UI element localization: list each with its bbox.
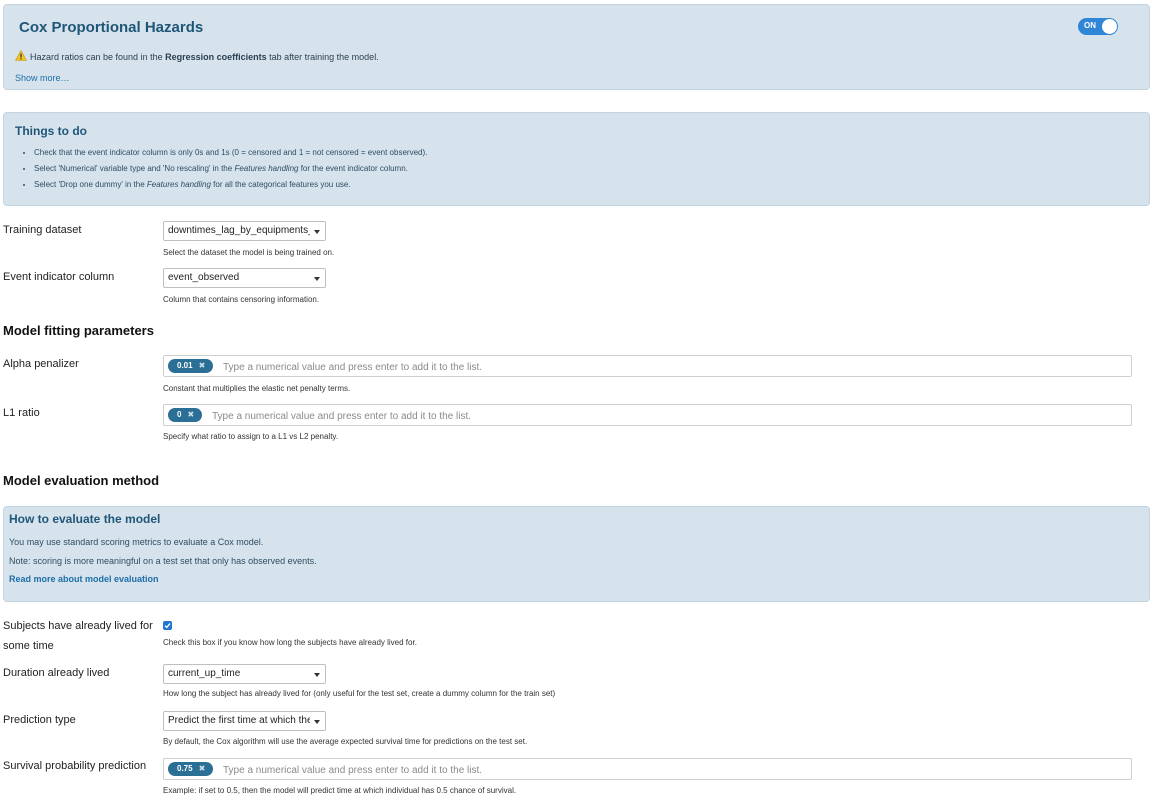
duration-help: How long the subject has already lived f… xyxy=(163,689,556,698)
alpha-penalizer-help: Constant that multiplies the elastic net… xyxy=(163,384,351,393)
todo-item-emphasis: Features handling xyxy=(234,164,299,173)
chevron-down-icon xyxy=(314,277,320,281)
todo-title: Things to do xyxy=(15,124,87,138)
training-dataset-label: Training dataset xyxy=(3,224,82,236)
evaluation-line-1: You may use standard scoring metrics to … xyxy=(9,537,264,547)
alpha-penalizer-label: Alpha penalizer xyxy=(3,358,79,370)
todo-item: Select 'Drop one dummy' in the Features … xyxy=(34,179,427,195)
prediction-type-label: Prediction type xyxy=(3,714,76,726)
event-indicator-label: Event indicator column xyxy=(3,271,115,283)
l1-ratio-help: Specify what ratio to assign to a L1 vs … xyxy=(163,432,339,441)
duration-label: Duration already lived xyxy=(3,667,110,679)
l1-value-chip[interactable]: 0 ✖ xyxy=(168,408,203,422)
evaluation-heading: Model evaluation method xyxy=(3,473,160,488)
training-dataset-value: downtimes_lag_by_equipments_ xyxy=(168,225,310,236)
lived-label-line-1: Subjects have already lived for xyxy=(3,620,153,632)
evaluation-panel xyxy=(3,506,1150,602)
chevron-down-icon xyxy=(314,720,320,724)
event-indicator-select[interactable]: event_observed xyxy=(163,268,326,288)
survival-input[interactable] xyxy=(221,761,925,779)
training-dataset-select[interactable]: downtimes_lag_by_equipments_ xyxy=(163,221,326,241)
l1-ratio-tags[interactable]: 0 ✖ xyxy=(163,404,1132,426)
alpha-penalizer-tags[interactable]: 0.01 ✖ xyxy=(163,355,1132,377)
event-indicator-value: event_observed xyxy=(168,272,240,283)
todo-item-text: Check that the event indicator column is… xyxy=(34,148,428,157)
chevron-down-icon xyxy=(314,673,320,677)
header-panel xyxy=(3,4,1150,90)
survival-tags[interactable]: 0.75 ✖ xyxy=(163,758,1132,780)
todo-item: Select 'Numerical' variable type and 'No… xyxy=(34,163,427,179)
todo-item-text: Select 'Numerical' variable type and 'No… xyxy=(34,164,235,173)
todo-item: Check that the event indicator column is… xyxy=(34,147,427,163)
todo-item-emphasis: Features handling xyxy=(146,180,211,189)
chip-value: 0 xyxy=(177,410,182,419)
remove-icon[interactable]: ✖ xyxy=(199,361,206,370)
warning-text-bold: Regression coefficients xyxy=(165,52,267,62)
lived-help: Check this box if you know how long the … xyxy=(163,638,417,647)
remove-icon[interactable]: ✖ xyxy=(199,764,206,773)
duration-select[interactable]: current_up_time xyxy=(163,664,326,684)
model-enabled-toggle[interactable]: ON xyxy=(1078,18,1118,35)
page-title: Cox Proportional Hazards xyxy=(19,19,204,36)
toggle-knob xyxy=(1102,19,1117,34)
survival-label: Survival probability prediction xyxy=(3,760,147,772)
warning-text-after: tab after training the model. xyxy=(266,52,379,62)
todo-list: Check that the event indicator column is… xyxy=(22,147,427,195)
chip-value: 0.75 xyxy=(177,764,193,773)
alpha-penalizer-input[interactable] xyxy=(221,358,925,376)
checkmark-icon xyxy=(164,623,171,629)
training-dataset-help: Select the dataset the model is being tr… xyxy=(163,248,335,257)
lived-label-line-2: some time xyxy=(3,640,54,652)
survival-help: Example: if set to 0.5, then the model w… xyxy=(163,786,517,795)
event-indicator-help: Column that contains censoring informati… xyxy=(163,295,320,304)
survival-value-chip[interactable]: 0.75 ✖ xyxy=(168,762,214,776)
prediction-type-select[interactable]: Predict the first time at which the xyxy=(163,711,326,731)
l1-ratio-input[interactable] xyxy=(210,407,914,425)
evaluation-line-2: Note: scoring is more meaningful on a te… xyxy=(9,556,317,566)
toggle-label: ON xyxy=(1084,21,1096,30)
hazard-warning-text: Hazard ratios can be found in the Regres… xyxy=(30,52,379,62)
chip-value: 0.01 xyxy=(177,361,193,370)
todo-item-text: for all the categorical features you use… xyxy=(210,180,351,189)
remove-icon[interactable]: ✖ xyxy=(187,410,194,419)
chevron-down-icon xyxy=(314,230,320,234)
warning-icon xyxy=(15,50,27,61)
prediction-type-value: Predict the first time at which the xyxy=(168,715,310,726)
l1-ratio-label: L1 ratio xyxy=(3,407,40,419)
todo-item-text: Select 'Drop one dummy' in the xyxy=(34,180,147,189)
show-more-link[interactable]: Show more… xyxy=(15,73,70,83)
read-more-evaluation-link[interactable]: Read more about model evaluation xyxy=(9,574,159,584)
duration-value: current_up_time xyxy=(168,668,241,679)
prediction-type-help: By default, the Cox algorithm will use t… xyxy=(163,737,528,746)
lived-checkbox[interactable] xyxy=(163,621,172,630)
warning-text-before: Hazard ratios can be found in the xyxy=(30,52,166,62)
alpha-value-chip[interactable]: 0.01 ✖ xyxy=(168,359,214,373)
evaluation-box-title: How to evaluate the model xyxy=(9,512,161,526)
fitting-heading: Model fitting parameters xyxy=(3,323,154,338)
todo-item-text: for the event indicator column. xyxy=(298,164,408,173)
